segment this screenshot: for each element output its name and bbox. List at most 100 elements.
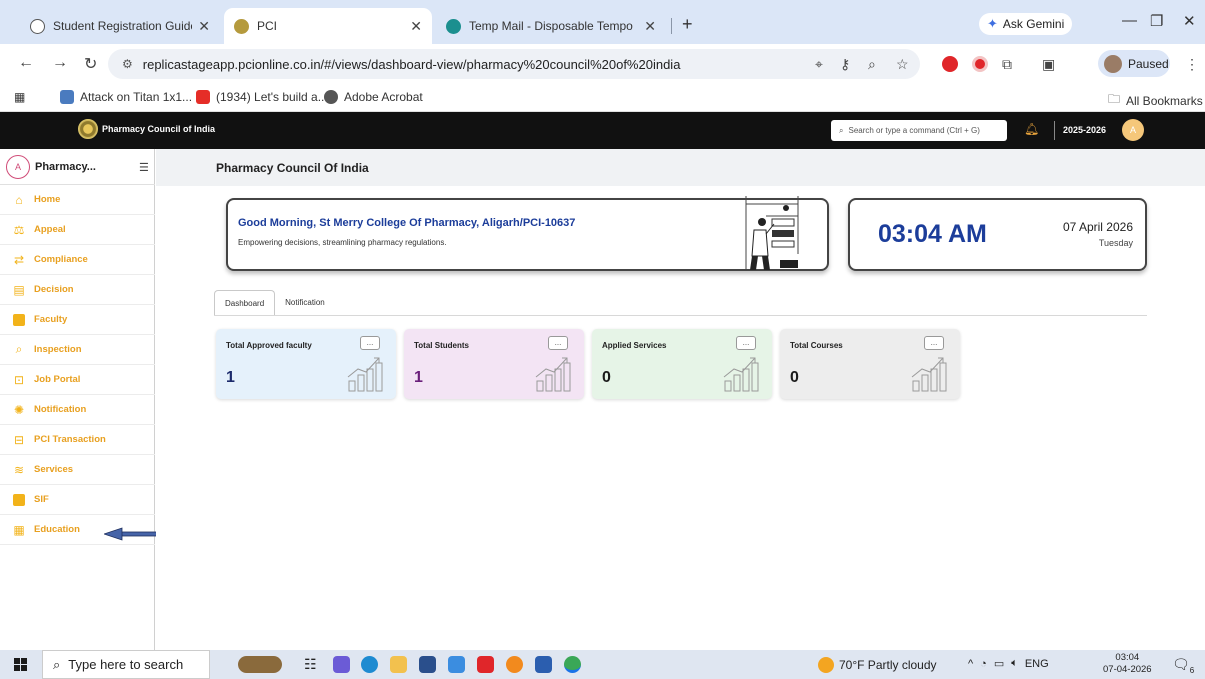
academic-year[interactable]: 2025-2026 [1063,125,1106,135]
copilot-icon[interactable] [333,656,350,673]
bookmark-youtube[interactable]: (1934) Let's build a... [196,90,328,104]
browser-tab-student-registration[interactable]: Student Registration Guide ✕ [20,8,220,44]
bookmark-star-icon[interactable]: ☆ [896,56,909,73]
bar-chart-icon [347,357,383,392]
bell-icon[interactable]: 🔔︎ [1024,122,1039,136]
pci-logo [78,119,98,139]
bookmark-attack-on-titan[interactable]: Attack on Titan 1x1... [60,90,192,104]
youtube-app-icon[interactable] [477,656,494,673]
browser-menu-icon[interactable]: ⋮ [1185,56,1199,73]
sidebar-user-name: Pharmacy... [35,160,96,173]
forward-button[interactable]: → [52,54,68,72]
stat-card-total-courses[interactable]: Total Courses ... 0 [780,329,960,399]
youtube-icon [196,90,210,104]
task-view-icon[interactable]: ☷ [304,656,321,673]
bookmark-label: Adobe Acrobat [344,90,423,104]
sidebar-item-notification[interactable]: ✺ Notification [0,395,155,425]
back-button[interactable]: ← [18,54,34,72]
firefox-icon[interactable] [506,656,523,673]
network-icon[interactable]: ◔ [980,658,987,670]
file-explorer-icon[interactable] [390,656,407,673]
more-button[interactable]: ... [548,336,568,350]
stat-title: Total Students [414,341,469,350]
tab-notification[interactable]: Notification [275,290,335,315]
language-indicator[interactable]: ENG [1025,658,1049,670]
all-bookmarks-label: All Bookmarks [1126,93,1203,108]
chevron-up-icon[interactable]: ^ [968,658,973,670]
edge-icon[interactable] [361,656,378,673]
app-icon[interactable] [448,656,465,673]
sidebar-item-label: Education [34,524,80,535]
reload-button[interactable]: ↻ [84,54,97,74]
stat-card-approved-faculty[interactable]: Total Approved faculty ... 1 [216,329,396,399]
sidebar-item-decision[interactable]: ▤ Decision [0,275,155,305]
side-panel-icon[interactable]: ▣ [1042,56,1055,73]
bar-chart-icon [911,357,947,392]
sidebar-item-faculty[interactable]: Faculty [0,305,155,335]
stat-card-total-students[interactable]: Total Students ... 1 [404,329,584,399]
restore-button[interactable]: ❐ [1150,12,1163,30]
page-title-bar: Pharmacy Council Of India [156,149,1205,186]
battery-icon[interactable]: ▭ [994,657,1004,670]
store-icon[interactable] [419,656,436,673]
ask-gemini-button[interactable]: ✦ Ask Gemini [979,13,1073,35]
site-settings-icon[interactable]: ⚙ [122,57,133,71]
minimize-button[interactable]: — [1122,12,1137,29]
sidebar-item-home[interactable]: ⌂ Home [0,185,155,215]
taskbar-clock[interactable]: 03:04 07-04-2026 [1103,652,1152,676]
sidebar-item-inspection[interactable]: ⌕ Inspection [0,335,155,365]
windows-start-icon[interactable] [14,658,27,671]
sidebar-item-compliance[interactable]: ⇄ Compliance [0,245,155,275]
volume-icon[interactable]: 🔈︎ [1011,657,1018,670]
notification-center-icon[interactable]: 🗨︎6 [1172,656,1194,675]
weather-widget[interactable]: 70°F Partly cloudy [818,657,937,673]
zoom-icon[interactable]: ⌕ [868,56,876,73]
profile-paused-button[interactable]: Paused [1098,50,1170,77]
opera-extension-icon[interactable] [942,56,958,72]
close-icon[interactable]: ✕ [198,18,210,35]
sidebar-item-job-portal[interactable]: ⊡ Job Portal [0,365,155,395]
word-icon[interactable] [535,656,552,673]
close-icon[interactable]: ✕ [644,18,656,35]
sidebar-item-sif[interactable]: SIF [0,485,155,515]
apps-grid-icon[interactable]: ▦ [14,90,25,104]
bookmark-label: (1934) Let's build a... [216,90,328,104]
search-icon: ⌕ [839,125,844,135]
bookmark-label: Attack on Titan 1x1... [80,90,193,104]
more-button[interactable]: ... [360,336,380,350]
beaver-widget-icon[interactable] [238,656,282,673]
profile-avatar [1104,54,1122,73]
page-title: Pharmacy Council Of India [216,160,369,175]
browser-tab-temp-mail[interactable]: Temp Mail - Disposable Tempo ✕ [436,8,666,44]
more-button[interactable]: ... [924,336,944,350]
sidebar-item-label: Compliance [34,254,88,265]
new-tab-button[interactable]: + [682,14,693,35]
user-avatar[interactable]: A [1122,119,1144,141]
location-icon[interactable]: ⌖ [815,56,823,73]
command-search-input[interactable]: ⌕ Search or type a command (Ctrl + G) [831,120,1007,141]
adblock-extension-icon[interactable] [972,56,988,72]
sidebar-toggle-icon[interactable]: ☰ [139,161,149,174]
address-bar[interactable]: ⚙ replicastageapp.pcionline.co.in/#/view… [108,49,920,79]
sidebar-item-services[interactable]: ≋ Services [0,455,155,485]
extensions-puzzle-icon[interactable]: ⧉ [1002,56,1012,73]
sidebar-item-appeal[interactable]: ⚖ Appeal [0,215,155,245]
stat-value: 1 [226,369,235,386]
sidebar-item-pci-transaction[interactable]: ⊟ PCI Transaction [0,425,155,455]
close-icon[interactable]: ✕ [410,18,422,35]
avatar[interactable]: A [6,154,30,179]
password-key-icon[interactable]: ⚷ [840,56,850,73]
chrome-icon[interactable] [564,656,581,673]
services-icon: ≋ [13,462,25,477]
sidebar-item-label: Faculty [34,314,68,325]
sidebar-profile: A Pharmacy... ☰ [0,149,155,185]
taskbar-search-input[interactable]: ⌕ Type here to search [42,650,210,679]
more-button[interactable]: ... [736,336,756,350]
browser-tab-pci[interactable]: PCI ✕ [224,8,432,44]
all-bookmarks-button[interactable]: 🗀 All Bookmarks [1108,90,1203,111]
brand[interactable]: Pharmacy Council of India [78,119,215,139]
bookmark-adobe-acrobat[interactable]: Adobe Acrobat [324,90,423,104]
stat-card-applied-services[interactable]: Applied Services ... 0 [592,329,772,399]
close-window-button[interactable]: ✕ [1183,12,1196,30]
tab-dashboard[interactable]: Dashboard [214,290,276,315]
